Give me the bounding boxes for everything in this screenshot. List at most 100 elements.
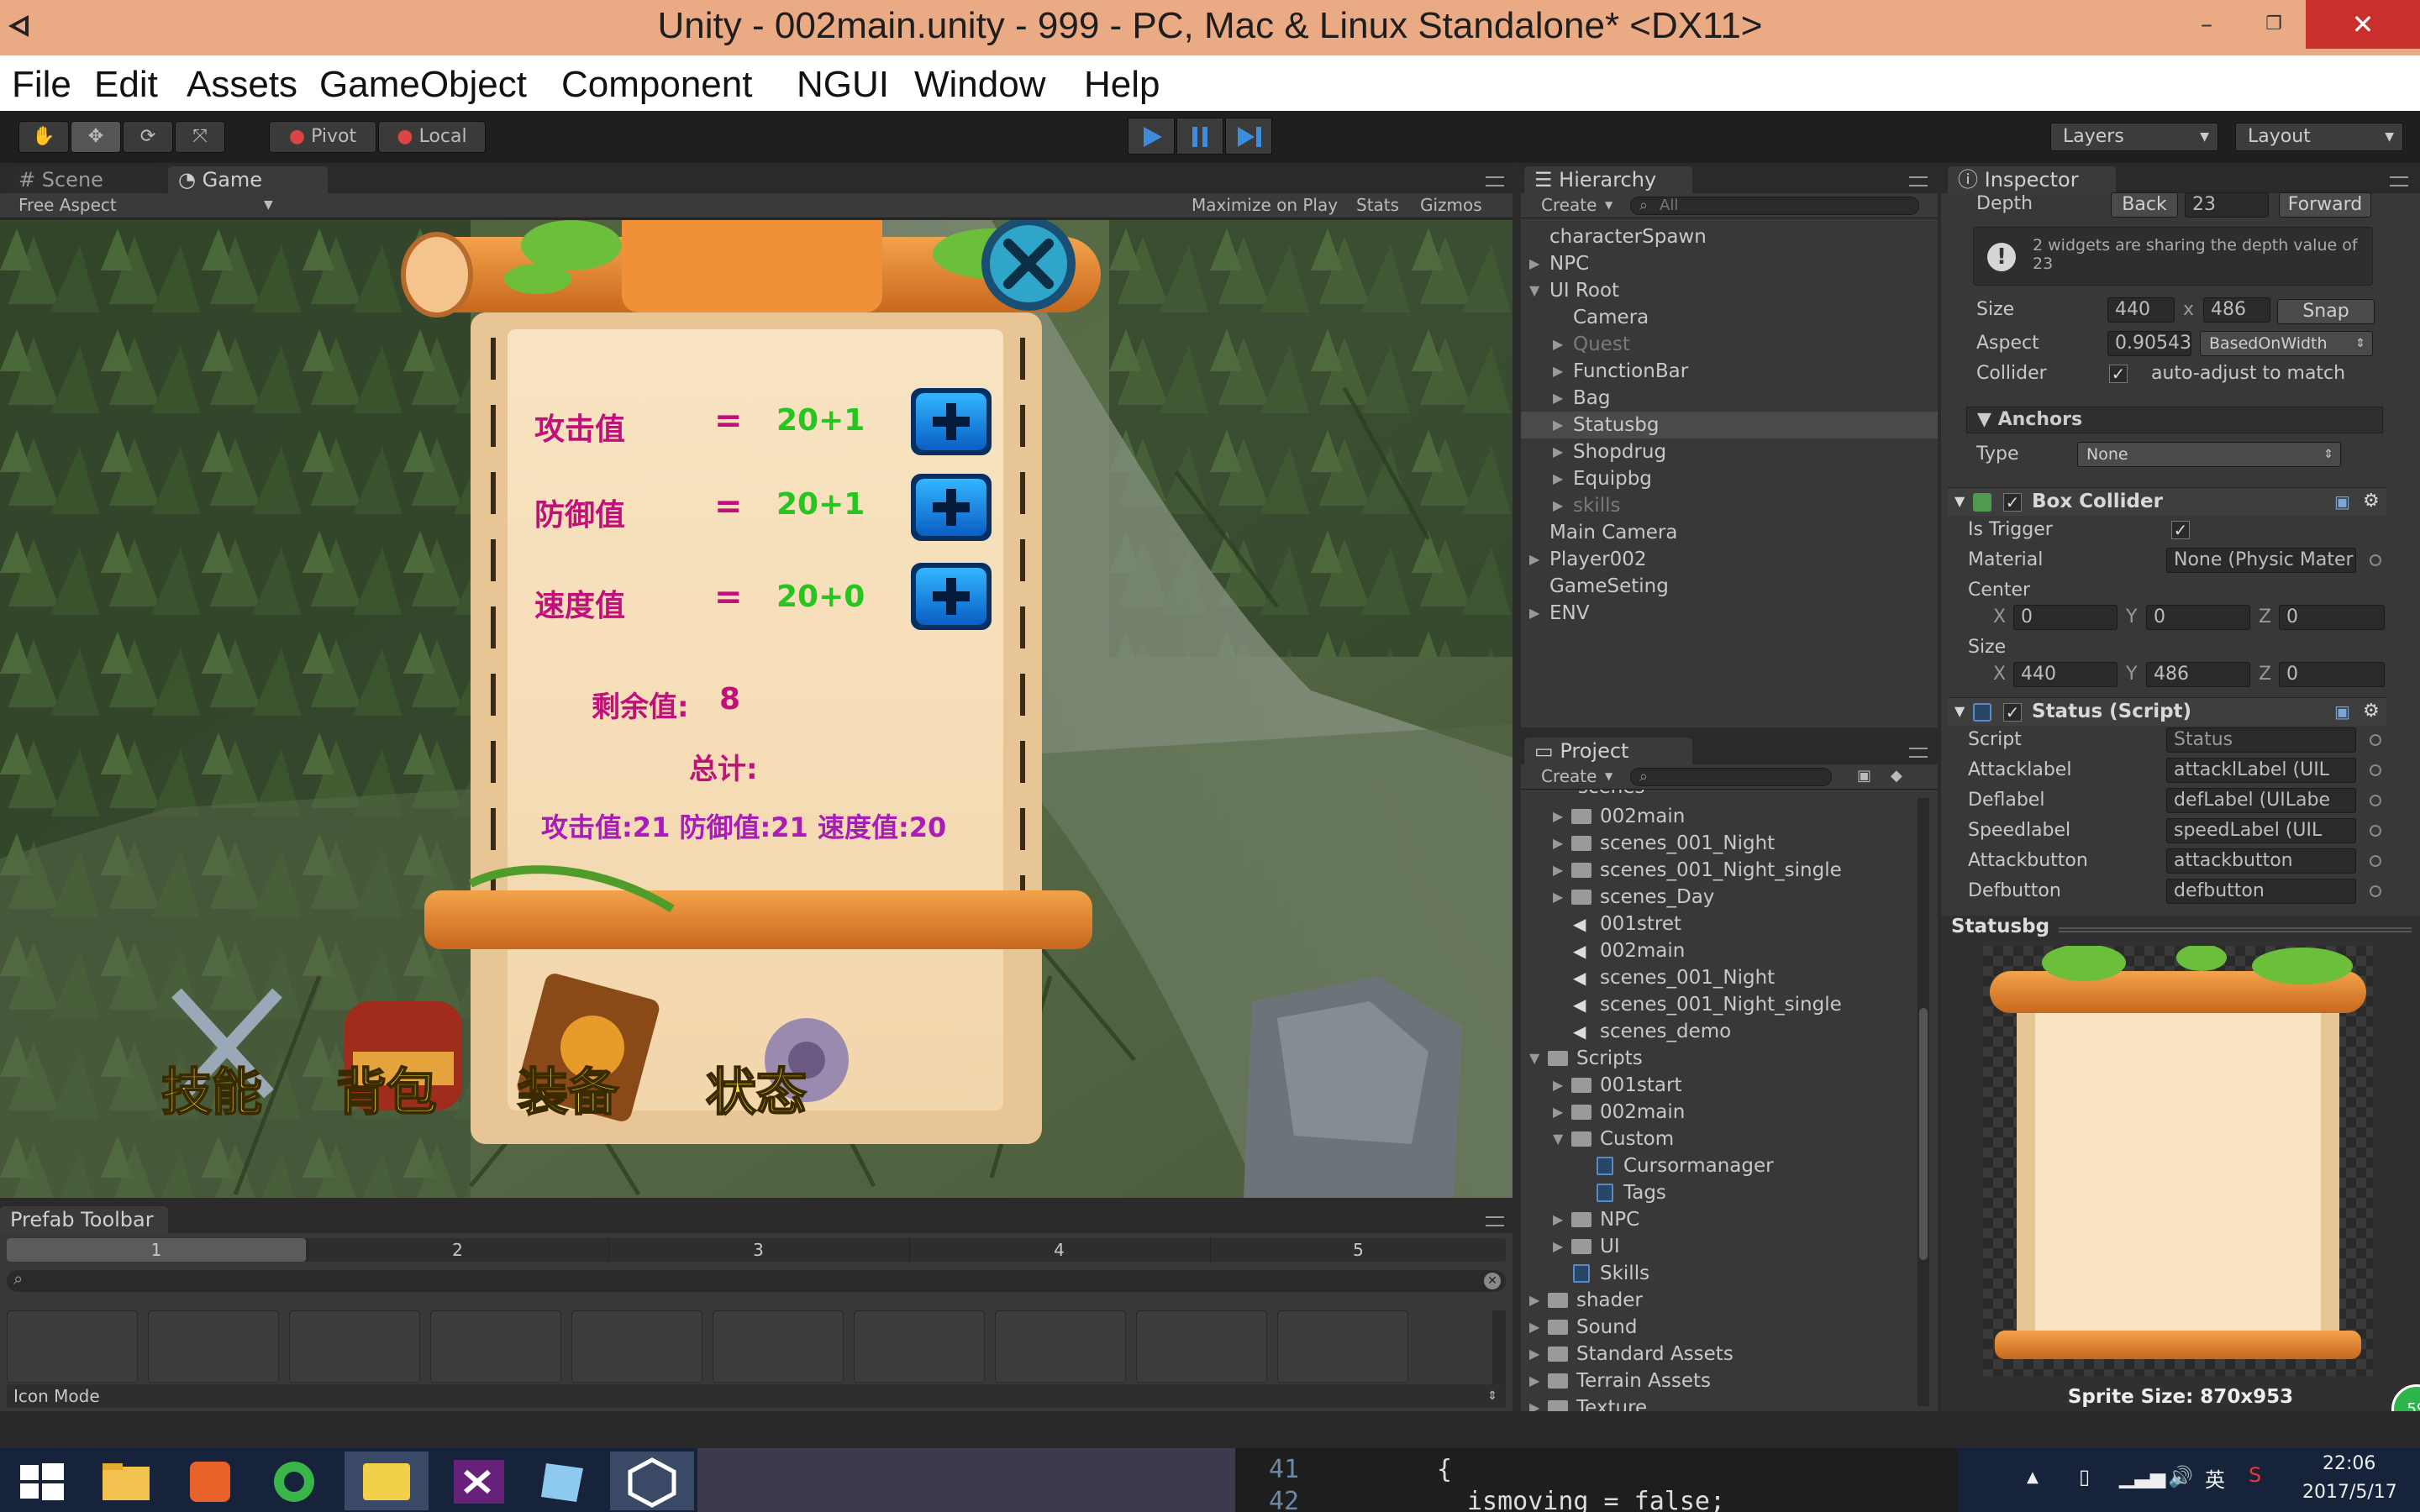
prefab-search-input[interactable]: ⌕ ✕ [7,1268,1506,1292]
aspect-mode-dropdown[interactable]: BasedOnWidth ⇕ [2200,331,2373,356]
box-size-y-field[interactable]: 486 [2146,662,2250,687]
hierarchy-create-button[interactable]: Create [1541,193,1597,217]
expand-triangle-icon[interactable]: ▼ [1553,1126,1571,1152]
attack-plus-button[interactable] [911,388,992,455]
tab-inspector[interactable]: ⓘ Inspector [1948,166,2116,195]
script-field-value[interactable]: attacklLabel (UIL [2166,758,2356,783]
menu-file[interactable]: File [12,64,71,106]
prefab-tab-3[interactable]: 3 [608,1238,908,1262]
status-script-header[interactable]: ▼ ✓ Status (Script) ▣ ⚙ [1948,697,2386,726]
collider-checkbox[interactable]: ✓ [2109,365,2128,383]
menu-window[interactable]: Window [914,64,1046,106]
pivot-toggle[interactable]: ● Pivot [269,121,376,153]
script-field-value[interactable]: defbutton [2166,879,2356,904]
hierarchy-row[interactable]: ▶ Equipbg [1521,465,1938,492]
project-row[interactable]: ▶ UI [1521,1233,1916,1260]
expand-triangle-icon[interactable]: ▶ [1529,250,1548,277]
project-row[interactable]: ▶ scenes_001_Night_single [1521,857,1916,884]
tab-hierarchy[interactable]: ☰ Hierarchy [1524,166,1692,195]
object-picker-icon[interactable] [2370,554,2381,566]
prefab-slot[interactable] [289,1310,420,1383]
object-picker-icon[interactable] [2370,825,2381,837]
tray-expand-icon[interactable]: ▲ [2027,1468,2039,1486]
depth-forward-button[interactable]: Forward [2279,192,2371,218]
clear-search-icon[interactable]: ✕ [1484,1273,1501,1289]
maximize-button[interactable]: ❐ [2240,0,2307,49]
unity-taskbar-icon[interactable] [610,1452,694,1510]
project-create-button[interactable]: Create [1541,764,1597,788]
hierarchy-search-input[interactable]: ⌕ All [1630,197,1919,215]
hierarchy-row[interactable]: ▶ Statusbg [1521,412,1938,438]
material-field[interactable]: None (Physic Mater [2166,548,2356,573]
panel-menu-icon[interactable] [2390,176,2408,186]
tab-project[interactable]: ▭ Project [1524,738,1692,766]
project-row[interactable]: ▶ Terrain Assets [1521,1368,1916,1394]
pdf-app-icon[interactable] [168,1452,252,1510]
expand-triangle-icon[interactable]: ▶ [1553,803,1571,830]
preview-drag-handle[interactable] [2059,927,2412,932]
snap-button[interactable]: Snap [2277,299,2375,324]
gizmos-toggle[interactable]: Gizmos [1420,193,1482,217]
rotate-tool-button[interactable]: ⟳ [123,121,173,153]
project-row[interactable]: ◀ 002main [1521,937,1916,964]
hierarchy-row[interactable]: Main Camera [1521,519,1938,546]
move-tool-button[interactable]: ✥ [71,121,121,153]
project-row[interactable]: ◀ 001stret [1521,911,1916,937]
prefab-tab-1[interactable]: 1 [7,1238,306,1262]
layers-dropdown[interactable]: Layers ▼ [2050,123,2218,151]
equipment-button[interactable]: 装备 [517,1052,619,1125]
project-row[interactable]: ▶ scenes_Day [1521,884,1916,911]
expand-triangle-icon[interactable]: ▶ [1553,1072,1571,1099]
prefab-slot[interactable] [854,1310,985,1383]
menu-assets[interactable]: Assets [187,64,297,106]
minimize-button[interactable]: – [2173,0,2240,49]
expand-triangle-icon[interactable]: ▶ [1553,1233,1571,1260]
hierarchy-row[interactable]: characterSpawn [1521,223,1938,250]
prefab-tab-2[interactable]: 2 [308,1238,607,1262]
project-row[interactable]: Cursormanager [1521,1152,1916,1179]
prefab-slot[interactable] [7,1310,138,1383]
center-y-field[interactable]: 0 [2146,605,2250,630]
sogou-icon[interactable]: S [2249,1463,2261,1487]
menu-component[interactable]: Component [561,64,752,106]
scale-tool-button[interactable]: ⤧ [175,121,225,153]
hierarchy-row[interactable]: ▶ Bag [1521,385,1938,412]
expand-triangle-icon[interactable]: ▶ [1553,884,1571,911]
box-size-z-field[interactable]: 0 [2279,662,2385,687]
box-collider-enabled-checkbox[interactable]: ✓ [2003,493,2022,512]
prefab-tab-5[interactable]: 5 [1210,1238,1506,1262]
expand-triangle-icon[interactable]: ▼ [1529,277,1548,304]
project-scrollbar[interactable] [1918,798,1929,1406]
hierarchy-row[interactable]: ▶ Player002 [1521,546,1938,573]
clock-time[interactable]: 22:06 [2323,1453,2375,1474]
file-explorer-icon[interactable] [84,1452,168,1510]
expand-triangle-icon[interactable]: ▶ [1553,492,1571,519]
project-row[interactable]: ▶ Sound [1521,1314,1916,1341]
expand-triangle-icon[interactable]: ▶ [1553,465,1571,492]
close-button[interactable]: ✕ [2306,0,2420,49]
stats-toggle[interactable]: Stats [1356,193,1399,217]
size-height-field[interactable]: 486 [2203,297,2270,323]
panel-menu-icon[interactable] [1486,1216,1504,1226]
expand-triangle-icon[interactable]: ▶ [1553,331,1571,358]
object-picker-icon[interactable] [2370,855,2381,867]
script-field-value[interactable]: attackbutton [2166,848,2356,874]
size-width-field[interactable]: 440 [2107,297,2175,323]
network-icon[interactable]: ▁▃▅ [2119,1465,2165,1488]
expand-triangle-icon[interactable]: ▶ [1553,1099,1571,1126]
is-trigger-checkbox[interactable]: ✓ [2171,521,2190,539]
prefab-slot[interactable] [571,1310,702,1383]
menu-edit[interactable]: Edit [94,64,158,106]
browser-icon[interactable] [252,1452,336,1510]
expand-triangle-icon[interactable]: ▶ [1529,1341,1548,1368]
expand-triangle-icon[interactable]: ▶ [1553,438,1571,465]
project-row[interactable]: ▶ 002main [1521,1099,1916,1126]
ime-indicator[interactable]: 英 [2205,1463,2225,1493]
expand-triangle-icon[interactable]: ▶ [1529,546,1548,573]
hierarchy-row[interactable]: ▶ FunctionBar [1521,358,1938,385]
clock-date[interactable]: 2017/5/17 [2302,1482,2397,1503]
prefab-slot[interactable] [1136,1310,1267,1383]
project-row[interactable]: ◀ scenes_001_Night_single [1521,991,1916,1018]
project-row[interactable]: ▶ 002main [1521,803,1916,830]
script-field-value[interactable]: defLabel (UILabe [2166,788,2356,813]
